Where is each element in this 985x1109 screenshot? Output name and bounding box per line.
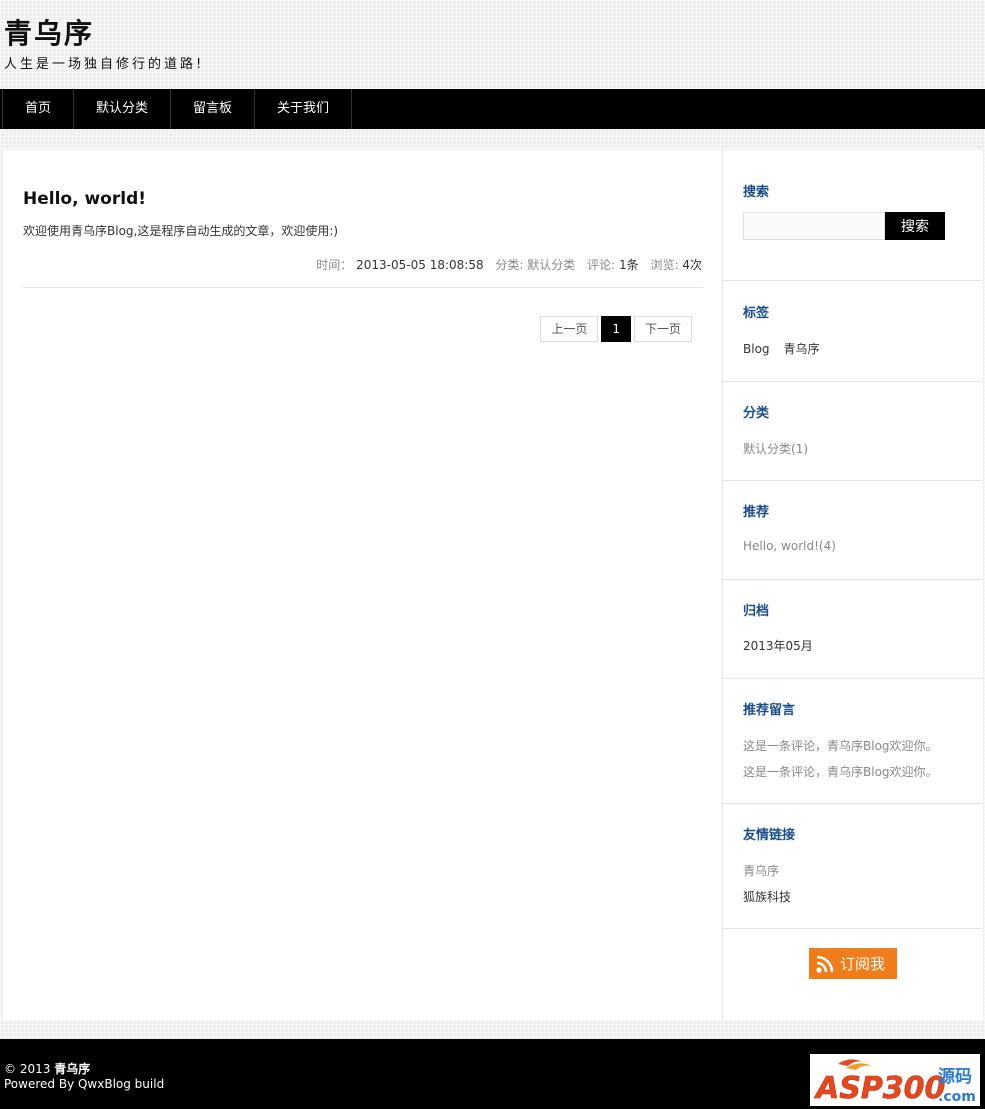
pagination: 上一页 1 下一页	[540, 316, 692, 342]
comments-widget-title: 推荐留言	[743, 703, 796, 718]
post-divider	[23, 287, 703, 288]
link-item[interactable]: 狐族科技	[743, 888, 791, 905]
comments-widget: 推荐留言 这是一条评论，青乌序Blog欢迎你。 这是一条评论，青乌序Blog欢迎…	[723, 679, 983, 804]
recommended-item-count: (4)	[818, 539, 836, 553]
links-widget: 友情链接 青乌序 狐族科技	[723, 804, 983, 929]
category-item[interactable]: 默认分类(1)	[743, 440, 808, 457]
logo-domain-text: .com	[938, 1089, 976, 1105]
post-meta: 时间： 2013-05-05 18:08:58 分类: 默认分类 评论: 1条 …	[316, 256, 702, 273]
tag-item[interactable]: 青乌序	[784, 342, 820, 356]
site-footer: © 2013 青乌序 Powered By QwxBlog build ASP3…	[0, 1039, 985, 1109]
site-tagline: 人生是一场独自修行的道路!	[4, 57, 205, 72]
main-column: Hello, world! 欢迎使用青乌序Blog,这是程序自动生成的文章，欢迎…	[3, 150, 723, 1020]
search-input[interactable]	[743, 212, 885, 240]
recommended-item[interactable]: Hello, world!(4)	[743, 539, 836, 553]
logo-sub-text: 源码	[938, 1066, 972, 1087]
rss-label: 订阅我	[840, 955, 886, 973]
rss-subscribe-button[interactable]: 订阅我	[809, 948, 897, 979]
search-widget-title: 搜索	[743, 185, 770, 200]
post-excerpt: 欢迎使用青乌序Blog,这是程序自动生成的文章，欢迎使用:)	[23, 224, 339, 238]
categories-widget: 分类 默认分类(1)	[723, 382, 983, 481]
recommended-item-label: Hello, world!	[743, 539, 819, 553]
prev-page-button[interactable]: 上一页	[540, 316, 599, 342]
sidebar: 搜索 搜索 标签 Blog 青乌序 分类 默认分类(1) 推荐 Hello, wo…	[723, 150, 983, 1020]
categories-widget-title: 分类	[743, 406, 770, 421]
logo-main-text: ASP300	[814, 1071, 945, 1106]
category-item-count: (1)	[791, 442, 809, 456]
comment-item[interactable]: 这是一条评论，青乌序Blog欢迎你。	[743, 737, 938, 754]
asp300-logo[interactable]: ASP300 源码 .com	[810, 1054, 980, 1106]
main-nav: 首页 默认分类 留言板 关于我们	[0, 89, 985, 129]
archive-widget-title: 归档	[743, 604, 770, 619]
archive-widget: 归档 2013年05月	[723, 580, 983, 679]
nav-item-default-category[interactable]: 默认分类	[74, 89, 170, 129]
nav-item-about[interactable]: 关于我们	[255, 89, 351, 129]
search-widget: 搜索 搜索	[723, 150, 983, 281]
nav-item-guestbook[interactable]: 留言板	[171, 89, 254, 129]
footer-copyright: © 2013 青乌序	[4, 1060, 90, 1077]
post-time-value: 2013-05-05 18:08:58	[356, 258, 484, 272]
post-comments-value: 1条	[619, 258, 639, 272]
post-time-label: 时间：	[316, 258, 353, 272]
links-widget-title: 友情链接	[743, 828, 796, 843]
recommended-widget-title: 推荐	[743, 505, 770, 520]
recommended-widget: 推荐 Hello, world!(4)	[723, 481, 983, 580]
footer-copyright-prefix: © 2013	[4, 1062, 51, 1076]
post-title[interactable]: Hello, world!	[23, 189, 146, 209]
footer-copyright-name[interactable]: 青乌序	[54, 1062, 90, 1076]
post-views-value: 4次	[682, 258, 702, 272]
archive-item[interactable]: 2013年05月	[743, 637, 813, 654]
site-header: 青乌序 人生是一场独自修行的道路!	[0, 0, 985, 89]
rss-icon	[815, 954, 835, 974]
tags-widget: 标签 Blog 青乌序	[723, 281, 983, 382]
content-wrap: Hello, world! 欢迎使用青乌序Blog,这是程序自动生成的文章，欢迎…	[3, 150, 983, 1020]
post-views-label: 浏览:	[650, 258, 679, 272]
tag-item[interactable]: Blog	[743, 342, 770, 356]
tags-widget-title: 标签	[743, 306, 770, 321]
post-category-label: 分类:	[495, 258, 524, 272]
comment-item[interactable]: 这是一条评论，青乌序Blog欢迎你。	[743, 763, 938, 780]
category-item-label: 默认分类	[743, 442, 792, 456]
tag-list: Blog 青乌序	[743, 340, 834, 357]
link-item[interactable]: 青乌序	[743, 862, 779, 879]
next-page-button[interactable]: 下一页	[633, 316, 692, 342]
current-page-button[interactable]: 1	[601, 316, 631, 342]
post-comments-label: 评论:	[587, 258, 616, 272]
post-category-link[interactable]: 默认分类	[527, 258, 575, 272]
search-button[interactable]: 搜索	[885, 212, 945, 240]
nav-item-home[interactable]: 首页	[3, 89, 73, 129]
site-title[interactable]: 青乌序	[4, 12, 94, 52]
footer-powered: Powered By QwxBlog build	[4, 1077, 165, 1091]
